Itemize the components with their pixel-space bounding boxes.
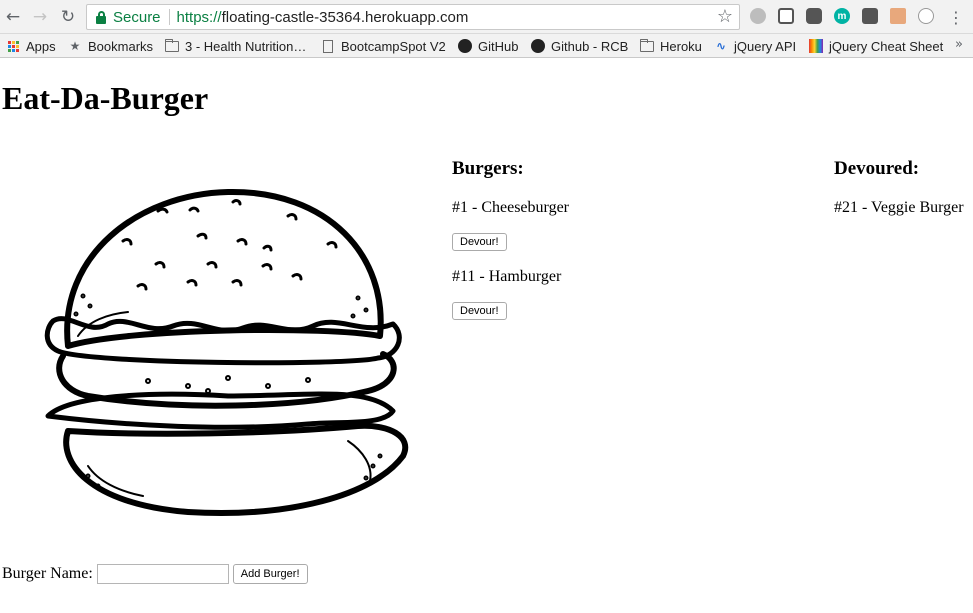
address-bar[interactable]: Secure https:// floating-castle-35364.he… (86, 4, 740, 30)
bookmark-github-rcb[interactable]: Github - RCB (531, 37, 628, 55)
url-host: floating-castle-35364.herokuapp.com (221, 8, 469, 26)
bookmark-apps[interactable]: Apps (6, 37, 56, 55)
bookmark-bookmarks[interactable]: ★ Bookmarks (68, 37, 153, 55)
page-title: Eat-Da-Burger (2, 80, 209, 116)
page-icon (321, 39, 335, 53)
bookmarks-bar: Apps ★ Bookmarks 3 - Health Nutrition… B… (0, 34, 973, 58)
github-icon (458, 39, 472, 53)
burger-name-input[interactable] (96, 564, 229, 584)
folder-icon (165, 38, 179, 53)
bookmark-label: Bookmarks (88, 38, 154, 54)
bookmark-heroku[interactable]: Heroku (640, 37, 702, 55)
burger-name-label: Burger Name: (2, 565, 93, 582)
devoured-heading: Devoured: (834, 158, 920, 179)
jquery-icon: ∿ (715, 39, 727, 53)
bookmark-jquery-api[interactable]: ∿ jQuery API (714, 37, 796, 55)
profile-extension-icon[interactable] (918, 8, 934, 24)
pocket-extension-icon[interactable] (806, 8, 822, 24)
burger-item: #1 - Cheeseburger (452, 199, 569, 216)
url-scheme: https:// (176, 8, 222, 26)
hammer-extension-icon[interactable] (890, 8, 906, 24)
lightbulb-extension-icon[interactable] (778, 8, 794, 24)
bookmark-label: jQuery API (734, 38, 797, 54)
bookmark-star-icon[interactable]: ☆ (717, 6, 733, 27)
devoured-item: #21 - Veggie Burger (834, 199, 964, 216)
add-burger-button[interactable]: Add Burger! (232, 564, 308, 584)
rainbow-icon (809, 39, 823, 53)
menu-icon[interactable]: ⋮ (944, 5, 968, 29)
bookmark-label: jQuery Cheat Sheet (829, 38, 944, 54)
bookmark-label: Heroku (660, 38, 702, 54)
bookmarks-overflow-icon[interactable]: » (955, 37, 963, 52)
add-burger-form: Burger Name: Add Burger! (2, 563, 308, 585)
burger-illustration (44, 188, 409, 516)
bookmark-label: Github - RCB (551, 38, 629, 54)
lock-icon (95, 10, 107, 24)
bookmark-label: GitHub (478, 38, 519, 54)
back-icon[interactable]: ← (1, 5, 25, 29)
burgers-heading: Burgers: (452, 158, 524, 179)
folder-icon (640, 38, 654, 53)
bookmark-bootcampspot[interactable]: BootcampSpot V2 (321, 37, 446, 55)
bookmark-label: 3 - Health Nutrition… (185, 38, 307, 54)
bookmark-health-nutrition[interactable]: 3 - Health Nutrition… (165, 37, 306, 55)
devour-button[interactable]: Devour! (452, 233, 507, 251)
browser-toolbar: ← → ↻ Secure https:// floating-castle-35… (0, 0, 973, 34)
bookmark-label: Apps (26, 38, 56, 54)
bookmark-jquery-cheat-sheet[interactable]: jQuery Cheat Sheet (809, 37, 943, 55)
m-extension-label: m (837, 10, 847, 22)
star-icon: ★ (69, 39, 81, 53)
apps-grid-icon (6, 39, 20, 53)
bookmark-label: BootcampSpot V2 (341, 38, 446, 54)
forward-icon[interactable]: → (28, 5, 52, 29)
reload-icon[interactable]: ↻ (56, 5, 80, 29)
github-icon (531, 39, 545, 53)
secure-label: Secure (113, 8, 161, 26)
evernote-extension-icon[interactable] (862, 8, 878, 24)
m-extension-icon[interactable]: m (834, 8, 850, 24)
burger-item: #11 - Hamburger (452, 268, 562, 285)
omnibox-separator (168, 9, 170, 25)
bookmark-github[interactable]: GitHub (458, 37, 518, 55)
devour-button[interactable]: Devour! (452, 302, 507, 320)
cloud-extension-icon[interactable] (750, 8, 766, 24)
